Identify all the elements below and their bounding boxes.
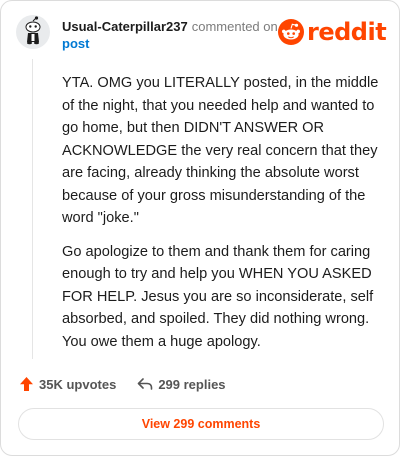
reply-count: 299 replies [158, 376, 226, 392]
comment-card: Usual-Caterpillar237 commented on post re… [0, 0, 400, 456]
upvote-button[interactable]: 35K upvotes [19, 376, 116, 392]
comment-author: Usual-Caterpillar237 commented on [62, 19, 278, 34]
snoo-avatar-icon[interactable] [16, 15, 50, 49]
reddit-logo[interactable]: reddit [278, 17, 387, 47]
username-link[interactable]: Usual-Caterpillar237 [62, 19, 188, 34]
reddit-wordmark: reddit [307, 18, 387, 46]
upvote-arrow-icon [20, 377, 33, 391]
commented-on-label: commented on [191, 19, 278, 34]
comment-body: YTA. OMG you LITERALLY posted, in the mi… [62, 72, 380, 353]
upvote-count: 35K upvotes [39, 376, 117, 392]
reply-button[interactable]: 299 replies [137, 376, 226, 392]
post-link[interactable]: post [62, 36, 89, 51]
reddit-snoo-icon [278, 19, 304, 45]
thread-line[interactable] [32, 59, 33, 359]
reply-arrow-icon [138, 378, 153, 390]
comment-paragraph: YTA. OMG you LITERALLY posted, in the mi… [62, 75, 379, 226]
comment-paragraph: Go apologize to them and thank them for … [62, 243, 374, 350]
view-comments-button[interactable]: View 299 comments [18, 408, 384, 440]
comment-actions: 35K upvotes 299 replies [19, 374, 226, 394]
